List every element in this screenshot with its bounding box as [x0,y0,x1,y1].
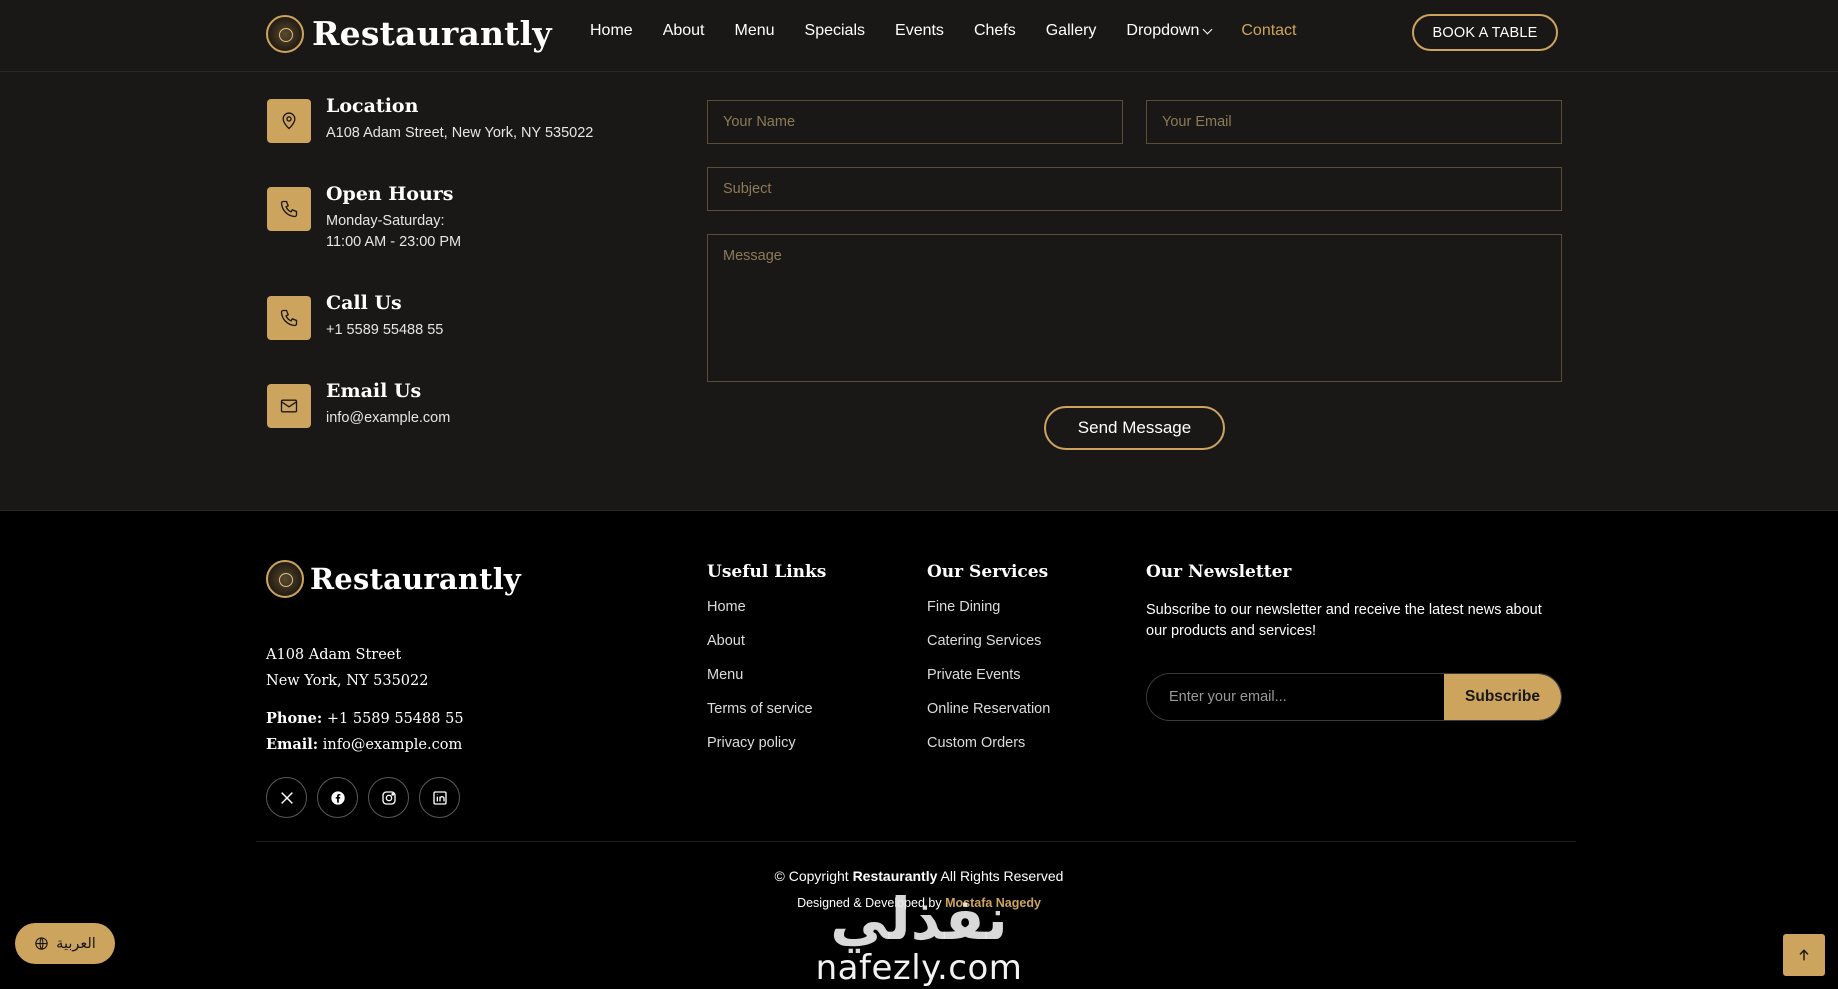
language-label: العربية [56,935,96,952]
call-title: Call Us [326,292,402,314]
nav-menu[interactable]: Menu [735,22,775,40]
brand-name: Restaurantly [312,14,552,53]
phone-icon [267,296,311,340]
instagram-icon[interactable] [368,777,409,818]
hours-times: 11:00 AM - 23:00 PM [326,234,462,250]
back-to-top-button[interactable] [1783,934,1825,976]
x-icon[interactable] [266,777,307,818]
name-field[interactable] [707,100,1123,144]
footer-phone-value: +1 5589 55488 55 [322,711,464,727]
service-private-events[interactable]: Private Events [927,667,1050,701]
contact-section: Location A108 Adam Street, New York, NY … [0,72,1838,511]
newsletter-title: Our Newsletter [1146,562,1292,582]
service-online-reservation[interactable]: Online Reservation [927,701,1050,735]
email-address: info@example.com [326,410,451,426]
useful-links-title: Useful Links [707,562,827,582]
location-address: A108 Adam Street, New York, NY 535022 [326,125,594,141]
footer-link-about[interactable]: About [707,633,813,667]
envelope-icon [267,384,311,428]
footer-link-menu[interactable]: Menu [707,667,813,701]
footer-address-line2: New York, NY 535022 [266,673,429,689]
contact-email: Email Us info@example.com [267,380,451,429]
copyright-prefix: © Copyright [774,868,853,884]
brand-logo[interactable]: Restaurantly [266,14,552,53]
arrow-up-icon [1799,949,1809,961]
services-list: Fine Dining Catering Services Private Ev… [927,599,1050,769]
main-nav: Home About Menu Specials Events Chefs Ga… [590,22,1297,40]
service-custom-orders[interactable]: Custom Orders [927,735,1050,769]
footer-email-label: Email: [266,736,319,753]
hours-title: Open Hours [326,183,454,205]
send-message-button[interactable]: Send Message [1044,406,1225,450]
footer-email-value: info@example.com [318,737,463,753]
social-links [266,777,460,818]
nav-events[interactable]: Events [895,22,944,40]
contact-hours: Open Hours Monday-Saturday: 11:00 AM - 2… [267,183,462,253]
nav-about[interactable]: About [663,22,705,40]
phone-icon [267,187,311,231]
language-switch-button[interactable]: العربية [15,923,115,964]
newsletter-form: Subscribe [1146,673,1562,721]
copyright-brand: Restaurantly [852,868,938,884]
linkedin-icon[interactable] [419,777,460,818]
footer-address-line1: A108 Adam Street [266,647,402,663]
nav-dropdown-label: Dropdown [1126,22,1200,39]
call-number: +1 5589 55488 55 [326,322,444,338]
footer-phone-label: Phone: [266,710,323,727]
nav-dropdown[interactable]: Dropdown [1126,22,1213,40]
chevron-down-icon [1202,24,1213,34]
subscribe-button[interactable]: Subscribe [1444,674,1561,720]
service-fine-dining[interactable]: Fine Dining [927,599,1050,633]
footer-link-privacy[interactable]: Privacy policy [707,735,813,769]
footer-brand-name: Restaurantly [310,562,521,596]
location-title: Location [326,95,419,117]
newsletter-text: Subscribe to our newsletter and receive … [1146,602,1542,639]
book-table-button[interactable]: BOOK A TABLE [1412,14,1558,51]
nav-specials[interactable]: Specials [805,22,865,40]
nav-gallery[interactable]: Gallery [1046,22,1097,40]
subject-field[interactable] [707,167,1562,211]
watermark-latin: nafezly.com [815,948,1023,988]
message-field[interactable] [707,234,1562,382]
footer-divider [256,841,1576,842]
site-footer: Restaurantly A108 Adam Street New York, … [0,511,1838,989]
useful-links-list: Home About Menu Terms of service Privacy… [707,599,813,769]
service-catering[interactable]: Catering Services [927,633,1050,667]
logo-emblem-icon [266,14,304,53]
services-title: Our Services [927,562,1049,582]
copyright: © Copyright Restaurantly All Rights Rese… [0,868,1838,884]
logo-emblem-icon [266,560,304,598]
contact-location: Location A108 Adam Street, New York, NY … [267,95,594,144]
facebook-icon[interactable] [317,777,358,818]
nav-contact[interactable]: Contact [1241,22,1296,40]
contact-call: Call Us +1 5589 55488 55 [267,292,444,341]
nav-chefs[interactable]: Chefs [974,22,1016,40]
footer-brand[interactable]: Restaurantly [266,560,521,598]
footer-address: A108 Adam Street New York, NY 535022 [266,642,429,694]
footer-contact: Phone: +1 5589 55488 55 Email: info@exam… [266,706,464,758]
globe-icon [35,937,48,950]
watermark-arabic: نفذلي [830,885,1009,953]
email-title: Email Us [326,380,422,402]
site-header: Restaurantly Home About Menu Specials Ev… [0,0,1838,72]
map-pin-icon [267,99,311,143]
nav-home[interactable]: Home [590,22,633,40]
hours-days: Monday-Saturday: [326,213,445,229]
footer-link-terms[interactable]: Terms of service [707,701,813,735]
copyright-suffix: All Rights Reserved [937,868,1064,884]
footer-link-home[interactable]: Home [707,599,813,633]
newsletter-email-input[interactable] [1147,674,1444,720]
email-field[interactable] [1146,100,1562,144]
